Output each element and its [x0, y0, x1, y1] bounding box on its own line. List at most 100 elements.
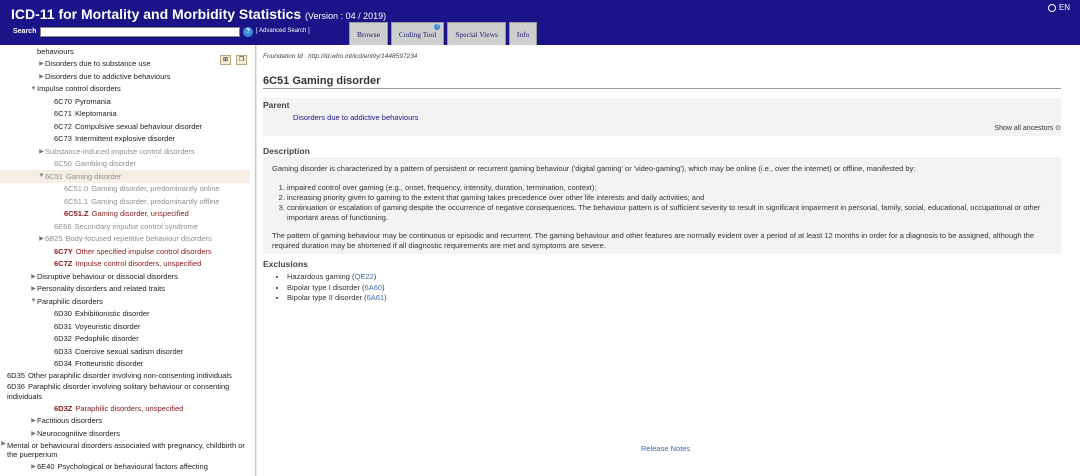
classification-tree: behaviours ▶ Disorders due to substance us…: [0, 45, 250, 473]
tree-node[interactable]: ▶ Disorders due to addictive behaviours: [0, 70, 250, 83]
tree-node[interactable]: ▶ Substance-induced impulse control disor…: [0, 145, 250, 158]
tree-node[interactable]: 6C7Y Other specified impulse control diso…: [0, 245, 250, 258]
expand-arrow-icon[interactable]: ▶: [38, 73, 45, 80]
tree-node[interactable]: 6C51.1 Gaming disorder, predominantly off…: [0, 195, 250, 208]
tree-node[interactable]: 6C7Z Impulse control disorders, unspecifi…: [0, 258, 250, 271]
tree-node[interactable]: ▼ Impulse control disorders: [0, 83, 250, 96]
expand-arrow-icon[interactable]: ▶: [30, 463, 37, 470]
tree-node[interactable]: 6E66 Secondary impulse control syndrome: [0, 220, 250, 233]
tree-node[interactable]: ▼ 6C51 Gaming disorder: [0, 170, 250, 183]
help-icon[interactable]: ?: [243, 27, 253, 37]
tree-node-label: Paraphilic disorders, unspecified: [75, 403, 184, 413]
tree-node[interactable]: 6C70 Pyromania: [0, 95, 250, 108]
tree-node-text: Neurocognitive disorders: [37, 429, 120, 438]
entity-title: 6C51 Gaming disorder: [263, 75, 381, 87]
parent-link[interactable]: Disorders due to addictive behaviours: [293, 113, 419, 122]
exclusion-code-link[interactable]: 6A60: [365, 283, 383, 292]
expand-arrow-icon[interactable]: ▶: [30, 273, 37, 280]
tree-node-text: Mental or behavioural disorders associat…: [7, 441, 250, 460]
tree-node-label: Disorders due to addictive behaviours: [45, 71, 171, 81]
tab-browse[interactable]: Browse: [349, 22, 388, 45]
hierarchy-icon[interactable]: ⊞: [220, 55, 231, 65]
release-notes-link[interactable]: Release Notes: [641, 444, 690, 453]
tree-node[interactable]: behaviours: [0, 45, 250, 58]
description-item: continuation or escalation of gaming des…: [287, 203, 1057, 223]
tree-node-label: Mental or behavioural disorders associat…: [7, 440, 245, 459]
expand-arrow-icon[interactable]: ▶: [0, 441, 7, 449]
tree-node-label: Impulse control disorders: [37, 84, 121, 94]
tree-node-label: Compulsive sexual behaviour disorder: [74, 121, 203, 131]
tree-node[interactable]: 6D33 Coercive sexual sadism disorder: [0, 345, 250, 358]
language-label: EN: [1058, 3, 1070, 12]
tab-coding-tool[interactable]: Coding Tool i: [390, 22, 445, 45]
expand-arrow-icon[interactable]: ▶: [38, 235, 45, 242]
tree-node-label: Exhibitionistic disorder: [74, 309, 150, 319]
tree-node-label: Pedophilic disorder: [74, 334, 139, 344]
tree-node[interactable]: 6C50 Gambling disorder: [0, 158, 250, 171]
tree-node-code: 6D31: [54, 321, 72, 331]
tree-node[interactable]: 6D35 Other paraphilic disorder involving …: [0, 370, 250, 381]
tree-node[interactable]: ▶ Neurocognitive disorders: [0, 427, 250, 440]
tree-node[interactable]: 6C72 Compulsive sexual behaviour disorder: [0, 120, 250, 133]
expand-arrow-icon[interactable]: ▶: [30, 417, 37, 424]
tree-node-text: Disorders due to addictive behaviours: [45, 72, 171, 81]
tree-toolbar: ⊞ ❐: [220, 55, 247, 65]
expand-arrow-icon[interactable]: ▶: [38, 60, 45, 67]
expand-arrow-icon[interactable]: ▶: [38, 148, 45, 155]
language-selector[interactable]: EN: [1047, 3, 1070, 12]
tree-node-label: Other specified impulse control disorder…: [75, 246, 212, 256]
tree-node[interactable]: ▶ 6B25 Body-focused repetitive behaviour d…: [0, 233, 250, 246]
exclusion-item: Bipolar type II disorder (6A61): [287, 293, 387, 304]
tree-node-text: 6C73 Intermittent explosive disorder: [54, 134, 175, 143]
tree-node[interactable]: ▶ Mental or behavioural disorders associa…: [0, 440, 250, 461]
expand-arrow-icon[interactable]: ▶: [30, 430, 37, 437]
tree-node-text: 6C51.0 Gaming disorder, predominantly onl…: [64, 184, 220, 193]
tree-node[interactable]: ▶ Disorders due to substance use: [0, 58, 250, 71]
tree-node-label: Gaming disorder, unspecified: [91, 209, 189, 219]
description-item: increasing priority given to gaming to t…: [287, 193, 1057, 203]
tree-node[interactable]: 6D34 Frotteuristic disorder: [0, 358, 250, 371]
tab-info[interactable]: Info: [508, 22, 538, 45]
tab-special-views[interactable]: Special Views: [447, 22, 506, 45]
tree-node[interactable]: 6D36 Paraphilic disorder involving solita…: [0, 381, 250, 402]
tree-node-text: 6C7Z Impulse control disorders, unspecifi…: [54, 259, 201, 268]
tree-node-text: 6C51 Gaming disorder: [45, 172, 121, 181]
tree-node-label: Disruptive behaviour or dissocial disord…: [37, 271, 178, 281]
tree-node-text: 6E66 Secondary impulse control syndrome: [54, 222, 198, 231]
description-list: impaired control over gaming (e.g., onse…: [287, 183, 1057, 223]
tree-node[interactable]: ▶ 6E40 Psychological or behavioural factor…: [0, 460, 250, 473]
app-title: ICD-11 for Mortality and Morbidity Stati…: [11, 6, 387, 22]
tree-node-code: 6E40: [37, 462, 55, 472]
tree-node[interactable]: ▶ Factitious disorders: [0, 415, 250, 428]
tree-node[interactable]: 6D31 Voyeuristic disorder: [0, 320, 250, 333]
tree-node[interactable]: 6D32 Pedophilic disorder: [0, 333, 250, 346]
tree-node[interactable]: 6D30 Exhibitionistic disorder: [0, 308, 250, 321]
tree-node[interactable]: 6C51.0 Gaming disorder, predominantly onl…: [0, 183, 250, 196]
exclusions-list: Hazardous gaming (QE22) Bipolar type I d…: [287, 272, 387, 304]
tree-node[interactable]: ▶ Disruptive behaviour or dissocial disor…: [0, 270, 250, 283]
tree-node-text: 6D3Z Paraphilic disorders, unspecified: [54, 404, 183, 413]
collapse-arrow-icon[interactable]: ▼: [30, 298, 37, 304]
exclusion-code-link[interactable]: QE22: [355, 272, 374, 281]
tree-node[interactable]: ▼ Paraphilic disorders: [0, 295, 250, 308]
tree-node[interactable]: 6C51.Z Gaming disorder, unspecified: [0, 208, 250, 221]
collapse-arrow-icon[interactable]: ▼: [30, 86, 37, 92]
tree-node-label: Personality disorders and related traits: [37, 284, 165, 294]
search-input[interactable]: [40, 27, 240, 37]
tree-node-text: 6B25 Body-focused repetitive behaviour di…: [45, 234, 212, 243]
exclusion-item: Bipolar type I disorder (6A60): [287, 283, 387, 294]
tree-node[interactable]: 6D3Z Paraphilic disorders, unspecified: [0, 402, 250, 415]
tree-node-code: 6D36: [7, 382, 25, 392]
copy-icon[interactable]: ❐: [236, 55, 247, 65]
exclusion-code-link[interactable]: 6A61: [367, 293, 385, 302]
collapse-arrow-icon[interactable]: ▼: [38, 173, 45, 179]
tree-node-label: Frotteuristic disorder: [74, 359, 144, 369]
tree-node[interactable]: 6C71 Kleptomania: [0, 108, 250, 121]
advanced-search-link[interactable]: [ Advanced Search ]: [256, 28, 310, 34]
expand-arrow-icon[interactable]: ▶: [30, 285, 37, 292]
tree-node[interactable]: 6C73 Intermittent explosive disorder: [0, 133, 250, 146]
description-intro: Gaming disorder is characterized by a pa…: [272, 164, 916, 173]
tree-node-text: 6D30 Exhibitionistic disorder: [54, 309, 150, 318]
tree-node[interactable]: ▶ Personality disorders and related trait…: [0, 283, 250, 296]
show-all-ancestors-button[interactable]: Show all ancestors ⊙: [994, 124, 1061, 132]
